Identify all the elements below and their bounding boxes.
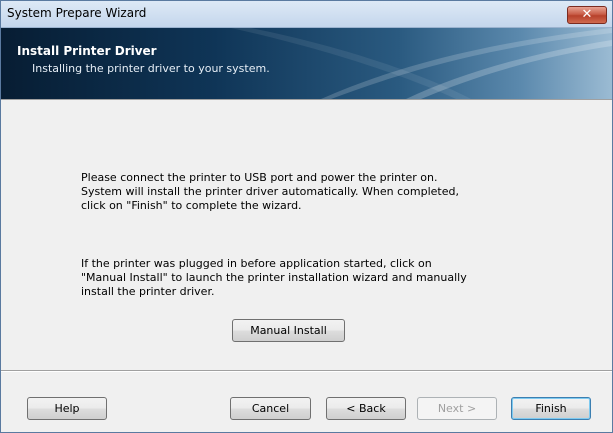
title-bar[interactable]: System Prepare Wizard ✕ — [1, 1, 612, 28]
wizard-header-banner: Install Printer Driver Installing the pr… — [1, 28, 612, 99]
wizard-content: Please connect the printer to USB port a… — [1, 100, 612, 370]
manual-install-button[interactable]: Manual Install — [232, 319, 345, 342]
page-title: Install Printer Driver — [17, 44, 157, 58]
instructions-paragraph: Please connect the printer to USB port a… — [81, 171, 459, 212]
back-button[interactable]: < Back — [326, 397, 406, 420]
window-title: System Prepare Wizard — [7, 6, 147, 20]
close-button[interactable]: ✕ — [567, 6, 607, 24]
page-subtitle: Installing the printer driver to your sy… — [32, 62, 270, 75]
next-button[interactable]: Next > — [417, 397, 497, 420]
cancel-button[interactable]: Cancel — [230, 397, 311, 420]
help-button[interactable]: Help — [27, 397, 107, 420]
finish-button[interactable]: Finish — [511, 397, 591, 420]
close-icon: ✕ — [581, 7, 593, 22]
wizard-footer: Help Cancel < Back Next > Finish — [1, 372, 612, 432]
wizard-window: System Prepare Wizard ✕ Install Printer … — [0, 0, 613, 433]
manual-install-paragraph: If the printer was plugged in before app… — [81, 257, 467, 298]
